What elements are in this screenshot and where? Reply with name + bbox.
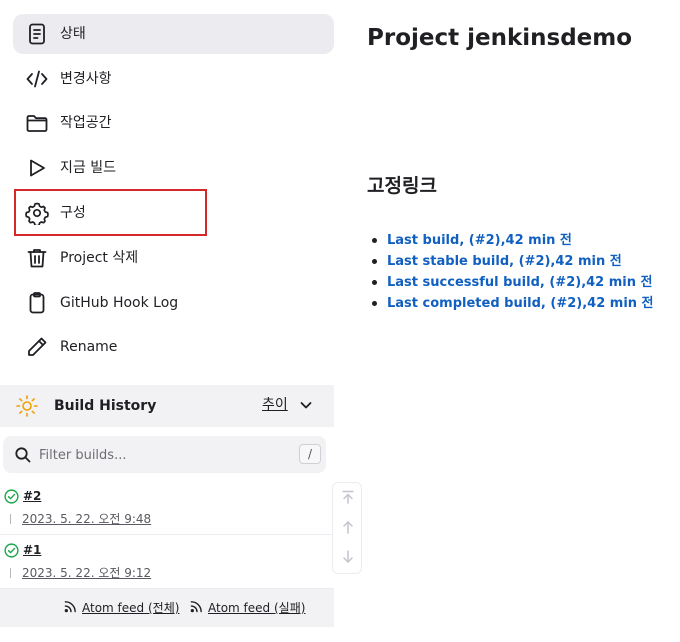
sidebar-item-changes[interactable]: 변경사항 [13, 59, 334, 99]
sidebar-item-github-hook-log[interactable]: GitHub Hook Log [13, 283, 334, 323]
folder-icon [25, 111, 49, 135]
build-history-header: Build History 추이 [0, 385, 334, 427]
rss-icon [64, 601, 76, 613]
trend-link[interactable]: 추이 [262, 396, 288, 414]
build-date-link[interactable]: 2023. 5. 22. 오전 9:48 [22, 511, 151, 527]
sidebar-item-label: 구성 [60, 205, 86, 221]
success-icon [4, 543, 19, 558]
pencil-icon [25, 335, 49, 359]
sidebar-item-label: 상태 [60, 26, 86, 42]
sidebar-item-delete-project[interactable]: Project 삭제 [13, 238, 334, 278]
gear-icon [25, 201, 49, 225]
atom-feed-all-link[interactable]: Atom feed (전체) [64, 600, 179, 616]
play-icon [25, 156, 49, 180]
atom-feed-all-label: Atom feed (전체) [82, 601, 180, 615]
sidebar-item-status[interactable]: 상태 [13, 14, 334, 54]
build-list: #2 2023. 5. 22. 오전 9:48 #1 2023. 5. 22. … [0, 481, 334, 589]
permalinks-list: Last build, (#2),42 min 전 Last stable bu… [372, 230, 654, 314]
permalink-last-stable-build[interactable]: Last stable build, (#2),42 min 전 [372, 251, 654, 272]
keyboard-shortcut-hint: / [299, 444, 321, 464]
code-icon [25, 67, 49, 91]
sidebar-item-rename[interactable]: Rename [13, 327, 334, 367]
build-row[interactable]: #2 2023. 5. 22. 오전 9:48 [0, 481, 334, 535]
sidebar: 상태 변경사항 작업공간 지금 빌드 구성 Project 삭제 GitHub … [0, 0, 362, 642]
build-row[interactable]: #1 2023. 5. 22. 오전 9:12 [0, 535, 334, 589]
timeline-bar [10, 514, 11, 524]
permalink-last-build[interactable]: Last build, (#2),42 min 전 [372, 230, 654, 251]
sidebar-item-workspace[interactable]: 작업공간 [13, 103, 334, 143]
sidebar-item-configure[interactable]: 구성 [13, 193, 334, 233]
sidebar-item-label: GitHub Hook Log [60, 295, 179, 311]
sidebar-item-label: 지금 빌드 [60, 160, 116, 176]
sun-icon [16, 395, 38, 417]
atom-feeds: Atom feed (전체) Atom feed (실패) [0, 589, 334, 627]
main-content: Project jenkinsdemo 고정링크 Last build, (#2… [334, 0, 680, 642]
sidebar-item-label: Rename [60, 339, 118, 355]
success-icon [4, 489, 19, 504]
trash-icon [25, 246, 49, 270]
filter-builds-input[interactable] [39, 444, 289, 466]
atom-feed-failed-label: Atom feed (실패) [208, 601, 306, 615]
permalink-last-completed-build[interactable]: Last completed build, (#2),42 min 전 [372, 293, 654, 314]
sidebar-item-label: 변경사항 [60, 71, 112, 87]
sidebar-item-label: 작업공간 [60, 115, 112, 131]
build-history-title: Build History [54, 398, 157, 414]
rss-icon [190, 601, 202, 613]
build-number-link[interactable]: #2 [23, 488, 41, 504]
clipboard-icon [25, 291, 49, 315]
sidebar-item-label: Project 삭제 [60, 250, 139, 266]
permalink-last-successful-build[interactable]: Last successful build, (#2),42 min 전 [372, 272, 654, 293]
permalinks-heading: 고정링크 [367, 175, 437, 197]
sidebar-item-build-now[interactable]: 지금 빌드 [13, 148, 334, 188]
search-icon [15, 447, 31, 463]
build-number-link[interactable]: #1 [23, 542, 41, 558]
atom-feed-failed-link[interactable]: Atom feed (실패) [190, 600, 305, 616]
build-date-link[interactable]: 2023. 5. 22. 오전 9:12 [22, 565, 151, 581]
document-icon [25, 22, 49, 46]
chevron-down-icon[interactable] [299, 398, 313, 412]
timeline-bar [10, 568, 11, 578]
filter-builds-box: / [3, 436, 326, 473]
page-title: Project jenkinsdemo [367, 25, 633, 51]
